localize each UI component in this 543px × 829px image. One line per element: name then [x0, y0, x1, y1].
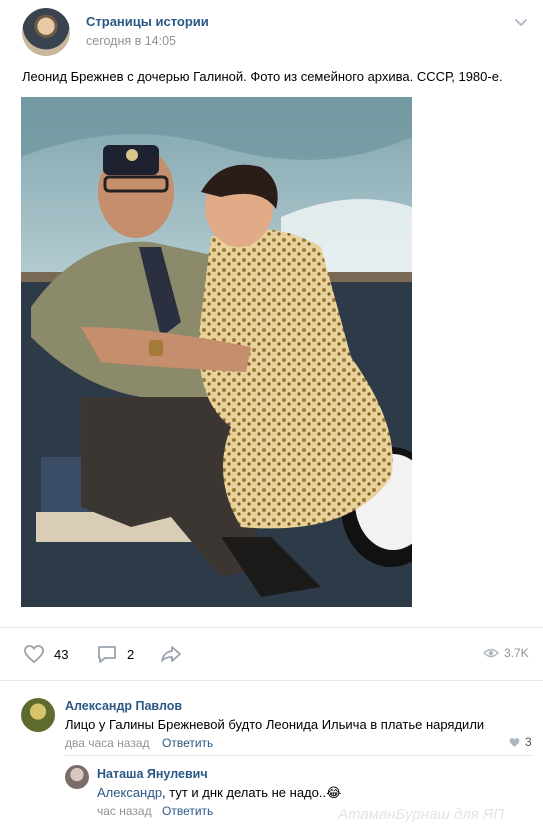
comment-text: Лицо у Галины Брежневой будто Леонида Ил…: [65, 717, 485, 732]
comment-icon: [98, 646, 116, 663]
post-date[interactable]: сегодня в 14:05: [86, 34, 176, 48]
chevron-down-icon[interactable]: [513, 14, 529, 30]
heart-icon: [24, 645, 44, 664]
post-photo[interactable]: [21, 97, 412, 607]
divider: [65, 755, 532, 756]
comment-button[interactable]: 2: [95, 642, 134, 666]
like-count: 43: [54, 646, 69, 662]
comment-like-count: 3: [525, 735, 532, 749]
comment-avatar[interactable]: [65, 765, 89, 789]
reply-button[interactable]: Ответить: [162, 736, 213, 750]
author-avatar[interactable]: [22, 8, 70, 56]
comment-text: Александр, тут и днк делать не надо..😂: [97, 785, 341, 801]
comment-body: , тут и днк делать не надо..: [162, 785, 327, 800]
watermark: АтаманБурнаш для ЯП: [338, 806, 505, 823]
reply-button[interactable]: Ответить: [162, 804, 213, 818]
post-text: Леонид Брежнев с дочерью Галиной. Фото и…: [22, 69, 503, 84]
divider: [0, 627, 543, 628]
share-arrow-icon: [161, 646, 181, 662]
comment-time[interactable]: два часа назад: [65, 736, 150, 750]
comment-time[interactable]: час назад: [97, 804, 152, 818]
comment-like-button[interactable]: 3: [508, 735, 532, 749]
views-count: 3.7K: [504, 646, 529, 660]
post-author[interactable]: Страницы истории: [86, 14, 209, 29]
laughing-emoji-icon: 😂: [326, 785, 342, 800]
heart-icon: [509, 737, 520, 747]
like-button[interactable]: 43: [22, 642, 68, 666]
comment-author[interactable]: Александр Павлов: [65, 699, 182, 713]
comment-count: 2: [127, 646, 135, 662]
share-button[interactable]: [159, 642, 183, 671]
views-counter: 3.7K: [483, 645, 529, 661]
comment-author[interactable]: Наташа Янулевич: [97, 767, 208, 781]
comment-avatar[interactable]: [21, 698, 55, 732]
divider: [0, 680, 543, 681]
reply-to-link[interactable]: Александр: [97, 785, 162, 800]
photo-illustration: [21, 97, 412, 607]
eye-icon: [483, 648, 499, 658]
